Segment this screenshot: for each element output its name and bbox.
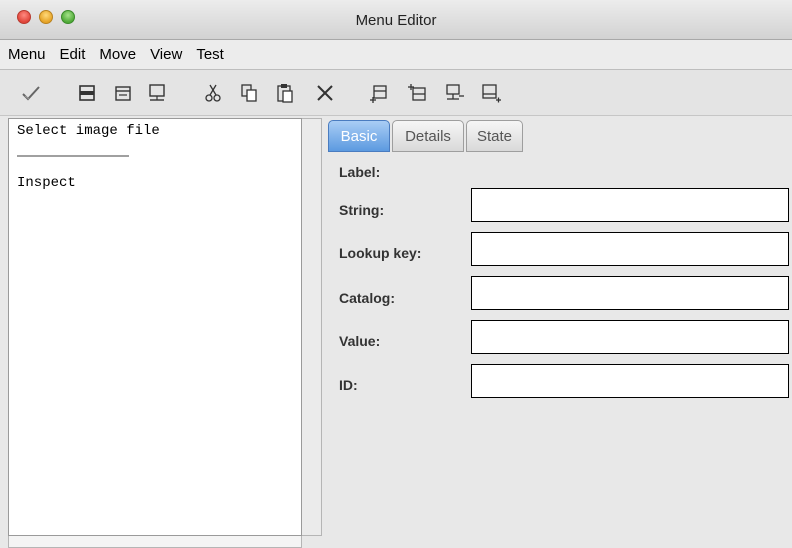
menu-move[interactable]: Move <box>99 46 136 63</box>
menu-tree-panel[interactable]: Select image file Inspect <box>8 118 302 536</box>
string-field[interactable] <box>471 188 789 222</box>
menu-view[interactable]: View <box>150 46 182 63</box>
horizontal-scrollbar[interactable] <box>8 536 302 548</box>
id-field[interactable] <box>471 364 789 398</box>
separator <box>17 155 129 157</box>
menu-bar: Menu Edit Move View Test <box>0 40 792 70</box>
id-label: ID: <box>339 377 358 393</box>
tab-details[interactable]: Details <box>392 120 464 152</box>
label-label: Label: <box>339 164 381 180</box>
cut-icon[interactable] <box>200 80 226 106</box>
catalog-field[interactable] <box>471 276 789 310</box>
menu-menu[interactable]: Menu <box>8 46 46 63</box>
value-label: Value: <box>339 333 381 349</box>
lookup-key-field[interactable] <box>471 232 789 266</box>
menu-edit[interactable]: Edit <box>60 46 86 63</box>
add-submenu-icon[interactable] <box>366 80 392 106</box>
copy-icon[interactable] <box>236 80 262 106</box>
insert-item-icon[interactable] <box>74 80 100 106</box>
checkmark-icon[interactable] <box>18 80 44 106</box>
value-field[interactable] <box>471 320 789 354</box>
delete-icon[interactable] <box>312 80 338 106</box>
toolbar <box>0 70 792 116</box>
add-submenu-below-icon[interactable] <box>442 80 468 106</box>
vertical-scrollbar[interactable] <box>302 118 322 536</box>
title-bar: Menu Editor <box>0 0 792 40</box>
tab-state[interactable]: State <box>466 120 523 152</box>
list-item-select-image-file[interactable]: Select image file <box>17 123 160 139</box>
tab-basic[interactable]: Basic <box>328 120 390 152</box>
catalog-label: Catalog: <box>339 290 395 306</box>
insert-item-before-icon[interactable] <box>110 80 136 106</box>
string-label: String: <box>339 202 385 218</box>
menu-test[interactable]: Test <box>196 46 224 63</box>
paste-icon[interactable] <box>272 80 298 106</box>
list-item-inspect[interactable]: Inspect <box>17 175 76 191</box>
window-title: Menu Editor <box>355 12 437 29</box>
add-submenu-after-icon[interactable] <box>478 80 504 106</box>
lookup-key-label: Lookup key: <box>339 245 422 261</box>
add-submenu-before-icon[interactable] <box>404 80 430 106</box>
insert-item-after-icon[interactable] <box>144 80 170 106</box>
